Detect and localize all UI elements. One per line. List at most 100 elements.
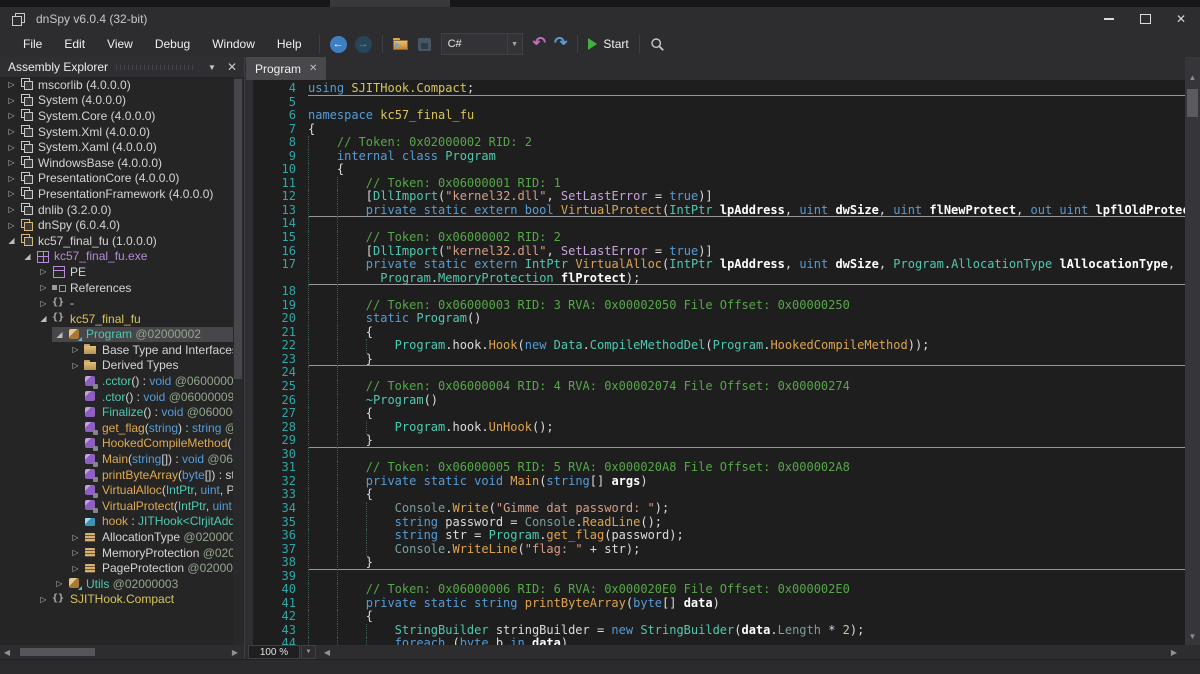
navigate-forward-button[interactable]: → bbox=[351, 33, 376, 55]
expander-icon[interactable]: ▷ bbox=[4, 127, 19, 136]
expander-icon[interactable]: ▷ bbox=[4, 111, 19, 120]
scroll-left-icon[interactable]: ◀ bbox=[0, 648, 14, 657]
scroll-up-icon[interactable]: ▲ bbox=[1185, 73, 1200, 82]
tree-item[interactable]: ▷System.Xaml (4.0.0.0) bbox=[0, 139, 233, 155]
minimize-button[interactable] bbox=[1098, 10, 1120, 28]
tree-item[interactable]: printByteArray(byte[]) : st bbox=[0, 467, 233, 483]
tree-item[interactable]: VirtualAlloc(IntPtr, uint, P bbox=[0, 482, 233, 498]
tree-item[interactable]: ▷- bbox=[0, 295, 233, 311]
search-button[interactable] bbox=[646, 33, 669, 55]
tree-item[interactable]: ▷PE bbox=[0, 264, 233, 280]
scroll-right-icon[interactable]: ▶ bbox=[228, 648, 242, 657]
expander-icon[interactable]: ▷ bbox=[68, 361, 83, 370]
title-bar[interactable]: dnSpy v6.0.4 (32-bit) ✕ bbox=[0, 7, 1200, 31]
open-file-button[interactable] bbox=[389, 33, 414, 55]
assembly-explorer-header[interactable]: Assembly Explorer ▼ ✕ bbox=[0, 57, 244, 77]
tree-item[interactable]: ▷dnlib (3.2.0.0) bbox=[0, 202, 233, 218]
tree-item[interactable]: .cctor() : void @06000003 bbox=[0, 373, 233, 389]
panel-menu-button[interactable]: ▼ bbox=[204, 59, 220, 75]
expander-icon[interactable]: ▷ bbox=[68, 564, 83, 573]
undo-button[interactable]: ↶ bbox=[529, 33, 550, 55]
expander-icon[interactable]: ▷ bbox=[4, 205, 19, 214]
tree-item[interactable]: get_flag(string) : string @ bbox=[0, 420, 233, 436]
scrollbar-thumb[interactable] bbox=[20, 648, 95, 656]
chevron-down-icon[interactable]: ▼ bbox=[301, 645, 316, 659]
scrollbar-thumb[interactable] bbox=[1187, 89, 1198, 117]
tree-item[interactable]: ▷References bbox=[0, 280, 233, 296]
tree-item[interactable]: ▷System.Core (4.0.0.0) bbox=[0, 108, 233, 124]
start-debug-button[interactable]: Start bbox=[584, 33, 632, 55]
sidebar-horizontal-scrollbar[interactable]: ◀ ▶ bbox=[0, 645, 244, 659]
tree-item[interactable]: ▷System.Xml (4.0.0.0) bbox=[0, 124, 233, 140]
expander-icon[interactable]: ▷ bbox=[36, 267, 51, 276]
menu-item-file[interactable]: File bbox=[12, 33, 53, 55]
menu-item-view[interactable]: View bbox=[96, 33, 144, 55]
expander-icon[interactable]: ▷ bbox=[4, 158, 19, 167]
tree-item[interactable]: ◢kc57_final_fu bbox=[0, 311, 233, 327]
tree-item[interactable]: ◢kc57_final_fu.exe bbox=[0, 249, 233, 265]
scroll-down-icon[interactable]: ▼ bbox=[1185, 632, 1200, 641]
tree-item[interactable]: ▷PageProtection @0200000 bbox=[0, 560, 233, 576]
tree-item[interactable]: .ctor() : void @06000009 bbox=[0, 389, 233, 405]
close-button[interactable]: ✕ bbox=[1170, 10, 1192, 28]
code-editor[interactable]: 4using SJITHook.Compact;56namespace kc57… bbox=[246, 80, 1185, 645]
panel-close-button[interactable]: ✕ bbox=[224, 59, 240, 75]
tab-program[interactable]: Program ✕ bbox=[246, 57, 326, 80]
expander-icon[interactable]: ◢ bbox=[4, 236, 19, 245]
tab-close-icon[interactable]: ✕ bbox=[309, 63, 317, 74]
menu-item-help[interactable]: Help bbox=[266, 33, 313, 55]
maximize-button[interactable] bbox=[1134, 10, 1156, 28]
language-select[interactable]: C# ▼ bbox=[441, 33, 523, 55]
expander-icon[interactable]: ▷ bbox=[4, 143, 19, 152]
scroll-left-icon[interactable]: ◀ bbox=[320, 648, 334, 657]
tree-item[interactable]: ▷PresentationCore (4.0.0.0) bbox=[0, 171, 233, 187]
menu-item-edit[interactable]: Edit bbox=[53, 33, 96, 55]
tree-item[interactable]: hook : JITHook<ClrjitAdd bbox=[0, 514, 233, 530]
expander-icon[interactable]: ◢ bbox=[36, 314, 51, 323]
tree-item[interactable]: ▷WindowsBase (4.0.0.0) bbox=[0, 155, 233, 171]
tree-item[interactable]: ▷AllocationType @0200000 bbox=[0, 529, 233, 545]
tree-item[interactable]: ▷Base Type and Interfaces bbox=[0, 342, 233, 358]
expander-icon[interactable]: ▷ bbox=[52, 579, 67, 588]
expander-icon[interactable]: ▷ bbox=[4, 221, 19, 230]
tree-item[interactable]: ▷PresentationFramework (4.0.0.0) bbox=[0, 186, 233, 202]
tree-item[interactable]: ▷SJITHook.Compact bbox=[0, 592, 233, 608]
expander-icon[interactable]: ▷ bbox=[36, 299, 51, 308]
tree-item[interactable]: Main(string[]) : void @06( bbox=[0, 451, 233, 467]
scrollbar-thumb[interactable] bbox=[234, 79, 242, 379]
navigate-back-button[interactable]: ← bbox=[326, 33, 351, 55]
tree-item[interactable]: Finalize() : void @0600000 bbox=[0, 404, 233, 420]
tree-item[interactable]: ▷Utils @02000003 bbox=[0, 576, 233, 592]
code-line: 22Program.hook.Hook(new Data.CompileMeth… bbox=[246, 339, 1185, 353]
editor-horizontal-scrollbar[interactable]: ◀ ▶ bbox=[316, 645, 1185, 659]
tree-item[interactable]: ▷mscorlib (4.0.0.0) bbox=[0, 77, 233, 93]
scroll-right-icon[interactable]: ▶ bbox=[1167, 648, 1181, 657]
expander-icon[interactable]: ▷ bbox=[68, 533, 83, 542]
menu-item-debug[interactable]: Debug bbox=[144, 33, 201, 55]
tree-item[interactable]: ▷dnSpy (6.0.4.0) bbox=[0, 217, 233, 233]
redo-button[interactable]: ↷ bbox=[550, 33, 571, 55]
tree-item[interactable]: ▷Derived Types bbox=[0, 358, 233, 374]
expander-icon[interactable]: ▷ bbox=[36, 283, 51, 292]
zoom-level-select[interactable]: 100 % bbox=[248, 645, 300, 659]
editor-vertical-scrollbar[interactable]: ▲ ▼ bbox=[1185, 57, 1200, 645]
tree-item[interactable]: ▷System (4.0.0.0) bbox=[0, 93, 233, 109]
expander-icon[interactable]: ▷ bbox=[4, 174, 19, 183]
tree-item[interactable]: ◢kc57_final_fu (1.0.0.0) bbox=[0, 233, 233, 249]
menu-item-window[interactable]: Window bbox=[201, 33, 266, 55]
expander-icon[interactable]: ◢ bbox=[20, 252, 35, 261]
save-module-button[interactable] bbox=[414, 33, 435, 55]
tree-item[interactable]: HookedCompileMethod( bbox=[0, 436, 233, 452]
expander-icon[interactable]: ▷ bbox=[68, 345, 83, 354]
assembly-tree[interactable]: ▷mscorlib (4.0.0.0)▷System (4.0.0.0)▷Sys… bbox=[0, 77, 233, 645]
expander-icon[interactable]: ▷ bbox=[68, 548, 83, 557]
tree-item[interactable]: ▷MemoryProtection @020 bbox=[0, 545, 233, 561]
sidebar-vertical-scrollbar[interactable] bbox=[233, 77, 243, 645]
tree-item[interactable]: VirtualProtect(IntPtr, uint, bbox=[0, 498, 233, 514]
expander-icon[interactable]: ▷ bbox=[36, 595, 51, 604]
expander-icon[interactable]: ◢ bbox=[52, 330, 67, 339]
tree-item[interactable]: ◢Program @02000002 bbox=[0, 327, 233, 343]
expander-icon[interactable]: ▷ bbox=[4, 80, 19, 89]
expander-icon[interactable]: ▷ bbox=[4, 189, 19, 198]
expander-icon[interactable]: ▷ bbox=[4, 96, 19, 105]
